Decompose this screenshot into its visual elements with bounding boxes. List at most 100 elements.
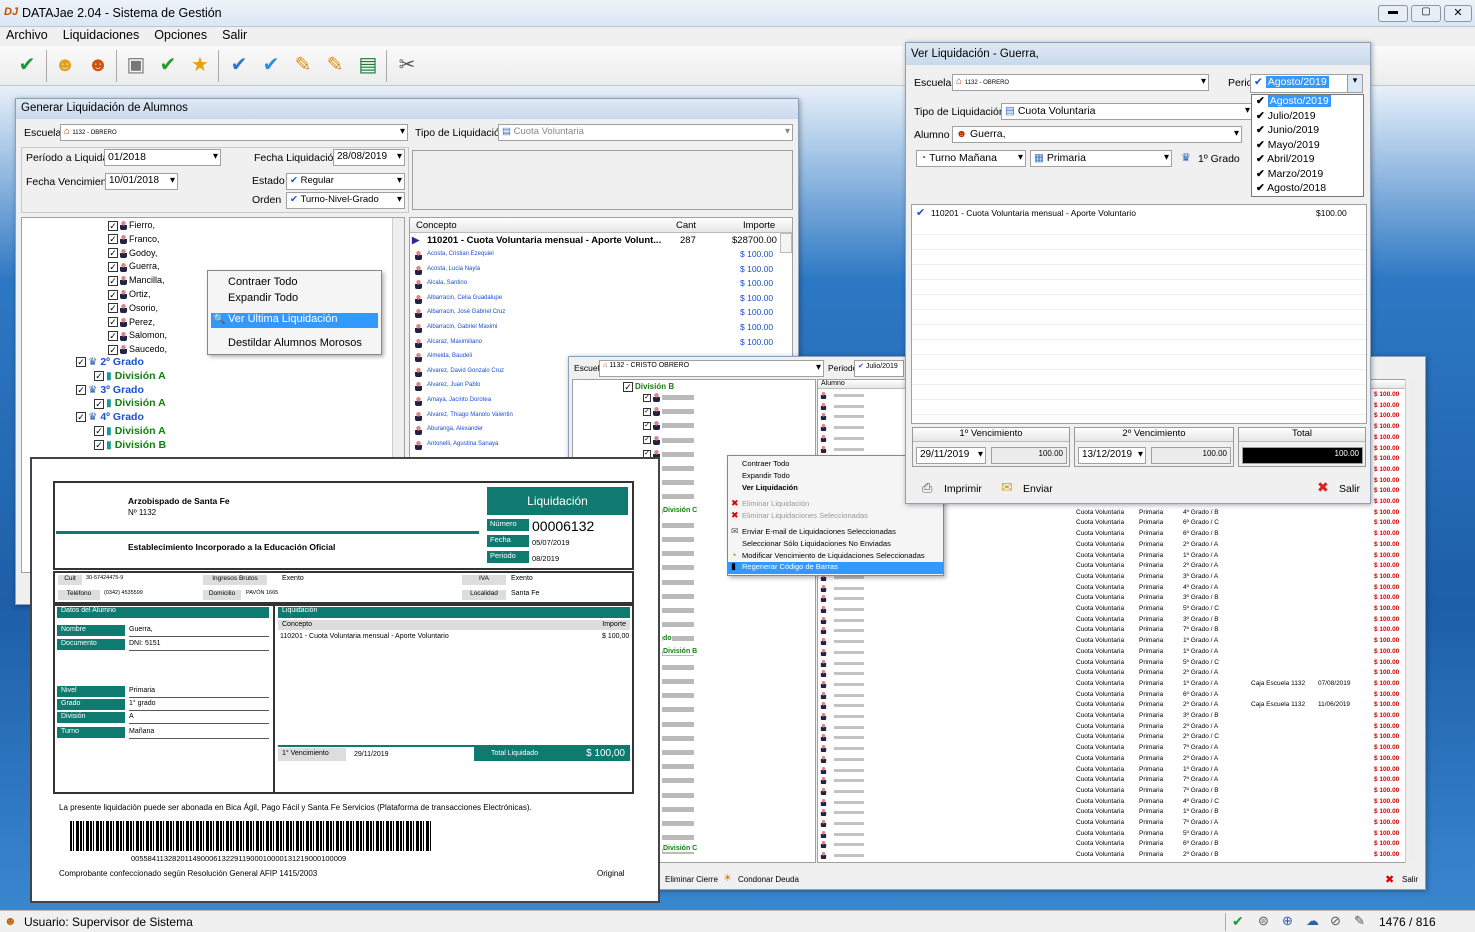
condonar-deuda-button[interactable]: Condonar Deuda [738, 875, 799, 884]
col-cant[interactable]: Cant [676, 220, 696, 231]
back-grid-row[interactable]: Cuota Voluntaria Primaria 5º Grado / A $ 10… [818, 829, 1414, 840]
back-grid-row[interactable]: Cuota Voluntaria Primaria 5º Grado / C $ 10… [818, 604, 1414, 615]
tree-node-grado[interactable]: ✓ ♛ 3º Grado [76, 384, 144, 396]
tree-node-division[interactable]: ✓ ▮ División A [94, 397, 166, 409]
ver-turno-select[interactable]: ◔ Turno Mañana [916, 150, 1026, 167]
menu2-regenerar[interactable]: Regenerar Código de Barras [728, 562, 943, 574]
periodo-option[interactable]: ✔ Marzo/2019 [1252, 168, 1363, 183]
col-importe[interactable]: Importe [743, 220, 775, 231]
star-icon[interactable]: ★ [187, 52, 213, 78]
ver-alumno-select[interactable]: ☻ Guerra, [952, 126, 1242, 143]
periodo-option[interactable]: ✔ Julio/2019 [1252, 110, 1363, 125]
back-escuela-select[interactable]: ⌂ 1132 - CRISTO OBRERO [599, 360, 824, 377]
ver-item-row[interactable]: ✔ 110201 - Cuota Voluntaria mensual - Ap… [912, 207, 1366, 223]
back-grid-row[interactable]: Cuota Voluntaria Primaria 3º Grado / B $ 10… [818, 615, 1414, 626]
periodo-option[interactable]: ✔ Abril/2019 [1252, 153, 1363, 168]
tree-student-row[interactable]: ✓ Fierro, [108, 220, 155, 231]
tree-node-grado[interactable]: ✓ ♛ 4º Grado [76, 411, 144, 423]
grid-student-row[interactable]: Alcala, Santino $ 100.00 [410, 278, 792, 293]
back-grid-row[interactable]: Cuota Voluntaria Primaria 2º Grado / A $ 10… [818, 722, 1414, 733]
ver-periodo-select[interactable]: ✔ Agosto/2019 ▾ [1250, 74, 1363, 93]
tree-node-division[interactable]: ✓ ▮ División B [94, 439, 166, 451]
menu-archivo[interactable]: Archivo [0, 27, 54, 43]
back-tree-row[interactable]: ✓ [643, 435, 694, 445]
menu2-enviar-email[interactable]: Enviar E-mail de Liquidaciones Seleccion… [728, 527, 943, 536]
back-grid-row[interactable]: Cuota Voluntaria Primaria 2º Grado / A $ 10… [818, 668, 1414, 679]
menu-opciones[interactable]: Opciones [148, 27, 213, 43]
back-grid-row[interactable]: Cuota Voluntaria Primaria 7º Grado / A $ 10… [818, 775, 1414, 786]
col-concepto[interactable]: Concepto [416, 220, 457, 231]
back-grid-row[interactable]: Cuota Voluntaria Primaria 1º Grado / A $ 10… [818, 765, 1414, 776]
eliminar-cierre-button[interactable]: Eliminar Cierre [665, 875, 718, 884]
periodo-option[interactable]: ✔ Agosto/2019 [1252, 95, 1363, 110]
back-division-label[interactable]: División C [663, 507, 698, 514]
edit2-icon[interactable]: ✎ [322, 52, 348, 78]
back-tree-row[interactable]: ✓ [643, 421, 694, 431]
back-grid-row[interactable]: Cuota Voluntaria Primaria 2º Grado / A Caja… [818, 700, 1414, 711]
col-alumno[interactable]: Alumno [821, 380, 845, 387]
tree-student-row[interactable]: ✓ Salomon, [108, 330, 167, 342]
grid-scrollbar[interactable] [780, 233, 792, 253]
grid-student-row[interactable]: Albarracin, Celia Guadalupe $ 100.00 [410, 293, 792, 308]
periodo-option[interactable]: ✔ Mayo/2019 [1252, 139, 1363, 154]
back-scrollbar[interactable] [1405, 379, 1415, 863]
back-grid-row[interactable]: Cuota Voluntaria Primaria 7º Grado / B $ 10… [818, 625, 1414, 636]
back-grid-row[interactable]: Cuota Voluntaria Primaria 1º Grado / A $ 10… [818, 647, 1414, 658]
back-grid-row[interactable]: Cuota Voluntaria Primaria 6º Grado / B $ 10… [818, 839, 1414, 850]
grid-student-row[interactable]: Acosta, Cristian Ezequiel $ 100.00 [410, 249, 792, 264]
user-dark-icon[interactable]: ☻ [85, 52, 111, 78]
back-grid-row[interactable]: Cuota Voluntaria Primaria 1º Grado / B $ 10… [818, 807, 1414, 818]
tree-node-grado[interactable]: ✓ ♛ 2º Grado [76, 356, 144, 368]
periodo-select[interactable]: 01/2018 [104, 149, 221, 166]
tree-student-row[interactable]: ✓ Osorio, [108, 303, 158, 314]
back-division-label[interactable]: do [663, 862, 672, 863]
check-circle-icon[interactable]: ✔ [14, 52, 40, 78]
back-grid-row[interactable]: Cuota Voluntaria Primaria 4º Grado / C $ 10… [818, 797, 1414, 808]
enviar-button[interactable]: Enviar [1023, 483, 1053, 495]
ver-tipo-select[interactable]: ▤ Cuota Voluntaria [1001, 103, 1253, 120]
back-division-label[interactable]: División B [663, 648, 698, 655]
tree-student-row[interactable]: ✓ Mancilla, [108, 275, 165, 286]
check-icon[interactable]: ✔ [155, 52, 181, 78]
tree-student-row[interactable]: ✓ Saucedo, [108, 344, 167, 355]
orden-select[interactable]: ✔ Turno-Nivel-Grado [286, 192, 405, 209]
edit-icon[interactable]: ✎ [290, 52, 316, 78]
menu-contraer-todo[interactable]: Contraer Todo [208, 276, 381, 288]
double-check-icon[interactable]: ✔ [226, 52, 252, 78]
back-grid-row[interactable]: Cuota Voluntaria Primaria 3º Grado / B $ 10… [818, 711, 1414, 722]
grid-main-row[interactable]: ▶ 110201 - Cuota Voluntaria mensual - Ap… [410, 235, 792, 250]
tree-student-row[interactable]: ✓ Ortiz, [108, 289, 151, 300]
maximize-button[interactable]: ▢ [1411, 5, 1441, 22]
ver-nivel-select[interactable]: ▦ Primaria [1030, 150, 1172, 167]
back-division-label[interactable]: División C [663, 845, 698, 852]
money-icon[interactable]: ▤ [355, 52, 381, 78]
ver-escuela-select[interactable]: ⌂ 1132 - OBRERO [952, 74, 1209, 91]
back-periodo-select[interactable]: ✔ Julio/2019 [854, 360, 904, 377]
periodo-dropdown-button[interactable]: ▾ [1347, 75, 1362, 92]
back-tree-row[interactable]: ✓ [643, 407, 694, 417]
back-grid-row[interactable]: Cuota Voluntaria Primaria 7º Grado / A $ 10… [818, 743, 1414, 754]
tree-student-row[interactable]: ✓ Franco, [108, 234, 160, 245]
fecha-liq-field[interactable]: 28/08/2019 [333, 149, 405, 166]
gift-icon[interactable]: ▣ [123, 52, 149, 78]
estado-select[interactable]: ✔ Regular [286, 173, 405, 190]
check-blue-icon[interactable]: ✔ [258, 52, 284, 78]
menu-salir[interactable]: Salir [216, 27, 253, 43]
back-division-label[interactable]: do [663, 635, 672, 642]
tree-student-row[interactable]: ✓ Guerra, [108, 261, 160, 273]
v1-date[interactable]: 29/11/2019 [916, 447, 986, 464]
v2-date[interactable]: 13/12/2019 [1078, 447, 1146, 464]
menu-destildar-morosos[interactable]: Destildar Alumnos Morosos [208, 337, 381, 349]
grid-student-row[interactable]: Acosta, Lucia Nayla $ 100.00 [410, 264, 792, 279]
salir-button[interactable]: Salir [1339, 483, 1360, 495]
back-grid-row[interactable]: Cuota Voluntaria Primaria 2º Grado / A $ 10… [818, 754, 1414, 765]
close-button[interactable]: ✕ [1444, 5, 1472, 22]
back-grid-row[interactable]: Cuota Voluntaria Primaria 2º Grado / C $ 10… [818, 732, 1414, 743]
tree-student-row[interactable]: ✓ Perez, [108, 317, 155, 328]
back-grid-row[interactable]: Cuota Voluntaria Primaria 1º Grado / A $ 10… [818, 636, 1414, 647]
back-grid-row[interactable]: Cuota Voluntaria Primaria 5º Grado / C $ 10… [818, 658, 1414, 669]
minimize-button[interactable]: ▬ [1378, 5, 1408, 22]
tools-icon[interactable]: ✂ [394, 52, 420, 78]
back-grid-row[interactable]: Cuota Voluntaria Primaria 2º Grado / B $ 10… [818, 850, 1414, 861]
tree-student-row[interactable]: ✓ Godoy, [108, 248, 157, 259]
